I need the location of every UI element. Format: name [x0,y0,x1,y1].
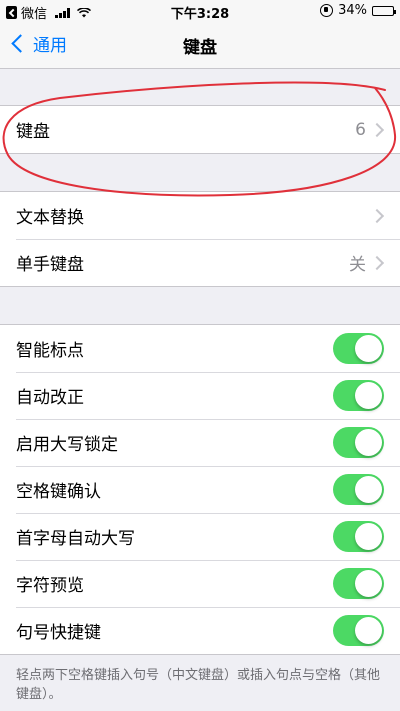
navigation-bar: 通用 键盘 [0,22,400,69]
status-bar: 微信 下午3:28 34% [0,0,400,22]
toggle-label: 首字母自动大写 [16,529,135,549]
auto-correction-switch[interactable] [333,380,384,411]
page-title: 键盘 [183,38,217,58]
toggle-label: 字符预览 [16,576,84,596]
caps-lock-switch[interactable] [333,427,384,458]
toggle-label: 空格键确认 [16,482,101,502]
text-group: 文本替换 单手键盘 关 [0,191,400,287]
switch-knob [355,570,382,597]
toggle-row: 自动改正 [0,372,400,419]
one-handed-keyboard-value: 关 [349,255,366,275]
switch-knob [355,476,382,503]
battery-percent: 34% [338,3,367,18]
toggles-group: 智能标点 自动改正 启用大写锁定 空格键确认 首字母自动大写 字符预览 句号快捷… [0,324,400,655]
switch-knob [355,335,382,362]
toggle-row: 首字母自动大写 [0,513,400,560]
keyboards-group: 键盘 6 [0,105,400,154]
switch-knob [355,523,382,550]
switch-knob [355,429,382,456]
status-right: 34% [320,3,396,18]
one-handed-keyboard-label: 单手键盘 [16,255,84,275]
switch-knob [355,382,382,409]
toggle-row: 空格键确认 [0,466,400,513]
toggle-label: 启用大写锁定 [16,435,118,455]
chevron-right-icon [369,208,385,223]
footer-note: 轻点两下空格键插入句号（中文键盘）或插入句点与空格（其他键盘）。 [16,668,381,702]
rotation-lock-icon [320,4,334,17]
keyboards-count: 6 [355,119,366,140]
keyboards-label: 键盘 [16,122,50,142]
toggle-row: 智能标点 [0,325,400,372]
battery-icon [372,5,396,16]
auto-capitalization-switch[interactable] [333,521,384,552]
toggle-row: 句号快捷键 [0,607,400,654]
switch-knob [355,617,382,644]
text-replacement-row[interactable]: 文本替换 [0,192,400,239]
toggle-label: 自动改正 [16,388,84,408]
one-handed-keyboard-row[interactable]: 单手键盘 关 [0,239,400,286]
toggle-row: 字符预览 [0,560,400,607]
chevron-right-icon [369,122,385,137]
smart-punctuation-switch[interactable] [333,333,384,364]
toggle-label: 智能标点 [16,341,84,361]
toggle-label: 句号快捷键 [16,623,101,643]
space-confirm-switch[interactable] [333,474,384,505]
toggle-row: 启用大写锁定 [0,419,400,466]
chevron-right-icon [369,255,385,270]
keyboards-row[interactable]: 键盘 6 [0,106,400,153]
character-preview-switch[interactable] [333,568,384,599]
text-replacement-label: 文本替换 [16,208,84,228]
period-shortcut-switch[interactable] [333,615,384,646]
